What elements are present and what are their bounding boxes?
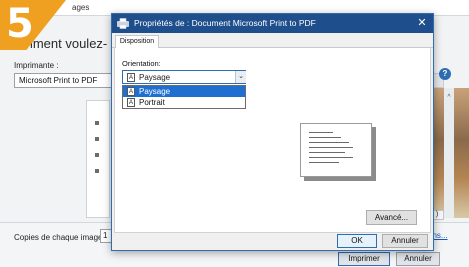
option-label: Paysage bbox=[139, 87, 171, 96]
orientation-selected-value: Paysage bbox=[139, 73, 171, 82]
orientation-dropdown-list: A Paysage A Portrait bbox=[122, 85, 246, 109]
printer-icon bbox=[117, 18, 129, 29]
wizard-cancel-button[interactable]: Annuler bbox=[396, 252, 440, 266]
preview-line bbox=[309, 162, 339, 163]
printer-label: Imprimante : bbox=[14, 61, 59, 70]
option-portrait[interactable]: A Portrait bbox=[123, 97, 245, 108]
landscape-page-icon: A bbox=[127, 87, 135, 96]
scroll-up-arrow-icon[interactable]: ^ bbox=[444, 94, 454, 101]
landscape-page-icon: A bbox=[127, 73, 135, 82]
portrait-page-icon: A bbox=[127, 98, 135, 107]
tab-strip bbox=[112, 33, 433, 48]
preview-line bbox=[309, 147, 353, 148]
preview-line bbox=[309, 137, 341, 138]
wizard-title-fragment: ages bbox=[72, 3, 90, 12]
print-button[interactable]: Imprimer bbox=[338, 252, 390, 266]
close-icon[interactable]: ✕ bbox=[415, 16, 429, 30]
printer-select[interactable]: Microsoft Print to PDF bbox=[14, 73, 114, 88]
tab-disposition[interactable]: Disposition bbox=[115, 35, 159, 48]
printer-properties-dialog: Propriétés de : Document Microsoft Print… bbox=[111, 13, 434, 251]
option-label: Portrait bbox=[139, 98, 165, 107]
ok-button[interactable]: OK bbox=[337, 234, 377, 248]
advanced-button[interactable]: Avancé... bbox=[366, 210, 417, 225]
cancel-button[interactable]: Annuler bbox=[382, 234, 428, 248]
chevron-down-icon[interactable]: ⌄ bbox=[235, 71, 246, 83]
landscape-paper-preview bbox=[300, 123, 372, 177]
preview-line bbox=[309, 132, 333, 133]
preview-line bbox=[309, 152, 345, 153]
preview-line bbox=[309, 142, 349, 143]
option-paysage[interactable]: A Paysage bbox=[123, 86, 245, 97]
dialog-title-bar: Propriétés de : Document Microsoft Print… bbox=[112, 14, 433, 33]
help-icon[interactable]: ? bbox=[439, 68, 451, 80]
photo-preview-panel bbox=[86, 100, 110, 218]
orientation-label: Orientation: bbox=[122, 59, 161, 68]
orientation-select[interactable]: A Paysage ⌄ bbox=[122, 70, 246, 84]
preview-thumbnails bbox=[92, 121, 102, 191]
preview-scrollbar[interactable] bbox=[444, 88, 454, 218]
step-number: 5 bbox=[6, 1, 34, 47]
copies-label: Copies de chaque image : bbox=[14, 233, 107, 242]
preview-line bbox=[309, 157, 353, 158]
dialog-title: Propriétés de : Document Microsoft Print… bbox=[134, 18, 316, 28]
